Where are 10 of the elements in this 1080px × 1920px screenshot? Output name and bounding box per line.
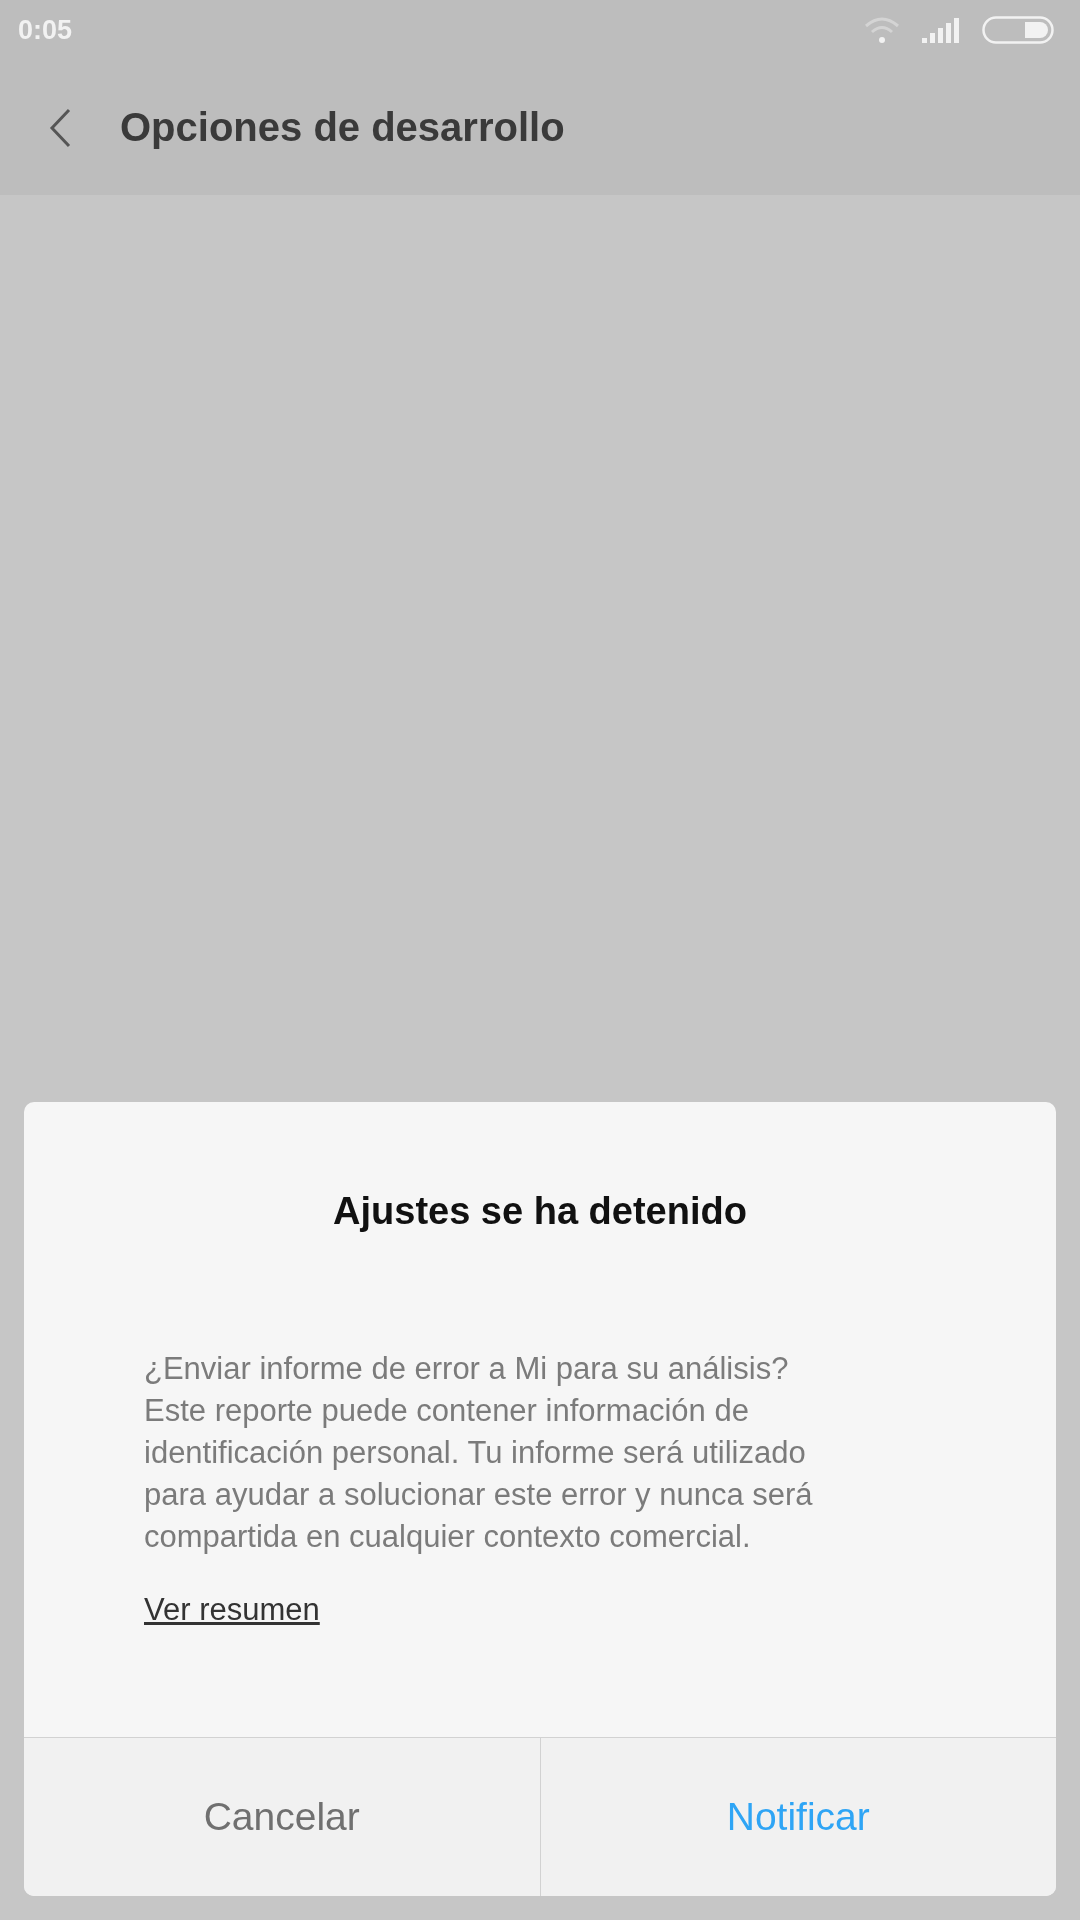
notify-button[interactable]: Notificar bbox=[539, 1738, 1056, 1896]
battery-icon bbox=[982, 16, 1054, 44]
dialog-title: Ajustes se ha detenido bbox=[332, 1190, 748, 1233]
signal-icon bbox=[922, 17, 960, 43]
cancel-button[interactable]: Cancelar bbox=[24, 1738, 540, 1896]
wifi-icon bbox=[864, 16, 900, 44]
dialog-message: ¿Enviar informe de error a Mi para su análisis? Este reporte puede contener información de identificación personal. Tu informe será utilizado para ayudar a solucionar este error y nunca será compartida en cualquier contexto comercial. bbox=[144, 1350, 814, 1556]
back-icon[interactable] bbox=[48, 107, 72, 148]
view-summary-link[interactable]: Ver resumen bbox=[144, 1592, 320, 1628]
page-title: Opciones de desarrollo bbox=[120, 105, 565, 150]
